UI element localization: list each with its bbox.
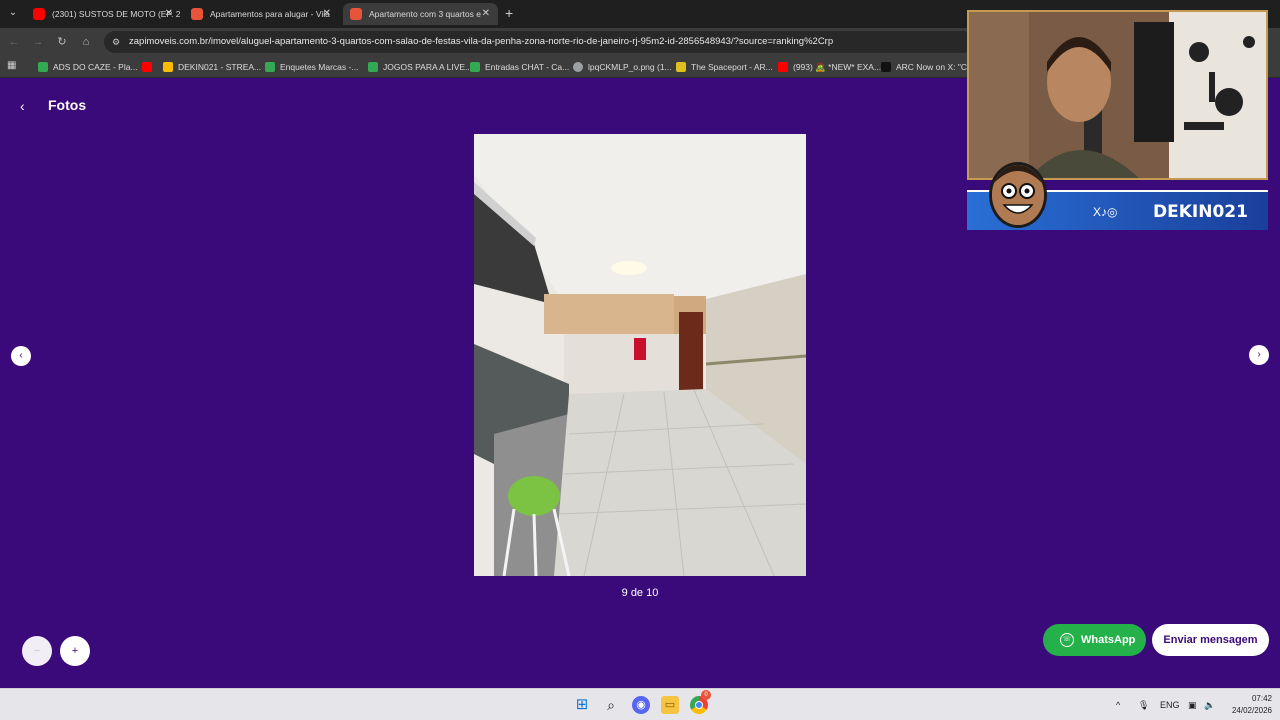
next-photo-button[interactable]: › xyxy=(1249,345,1269,365)
youtube-icon xyxy=(142,62,152,72)
zap-favicon-icon xyxy=(191,8,203,20)
discord-icon[interactable]: ◉ xyxy=(632,696,650,714)
bookmark-item[interactable]: DEKIN021 - STREA... xyxy=(163,60,261,74)
bookmark-item[interactable]: ARC Now on X: "Co... xyxy=(881,60,979,74)
avatar-face-icon xyxy=(992,165,1044,225)
spaceport-icon xyxy=(676,62,686,72)
apps-grid-icon[interactable]: ▦ xyxy=(7,60,19,72)
webcam-illustration xyxy=(969,12,1266,178)
back-chevron-icon[interactable]: ‹ xyxy=(20,98,25,114)
windows-start-icon[interactable]: ⊞ xyxy=(573,696,591,714)
chevron-right-icon: › xyxy=(1257,349,1261,360)
url-text: zapimoveis.com.br/imovel/aluguel-apartam… xyxy=(129,36,834,47)
tab-apartamento-3-quartos[interactable]: Apartamento com 3 quartos e ✕ xyxy=(343,3,498,25)
webcam-video xyxy=(967,10,1268,180)
drive-icon xyxy=(163,62,173,72)
system-clock[interactable]: 07:42 24/02/2026 xyxy=(1222,693,1272,717)
bookmark-item[interactable]: ADS DO CAZE - Pla... xyxy=(38,60,138,74)
network-icon[interactable]: ▣ xyxy=(1188,697,1197,713)
bookmark-label: The Spaceport - AR... xyxy=(691,62,773,72)
microphone-icon[interactable]: 🎙 xyxy=(1138,697,1149,713)
whatsapp-icon: ☏ xyxy=(1060,633,1074,647)
site-info-icon[interactable]: ⚙ xyxy=(112,36,124,48)
bookmark-item[interactable]: lpqCKMLP_o.png (1... xyxy=(573,60,672,74)
chrome-center xyxy=(695,701,703,709)
zoom-in-button[interactable]: + xyxy=(60,636,90,666)
bookmark-label: ADS DO CAZE - Pla... xyxy=(53,62,138,72)
previous-photo-button[interactable]: ‹ xyxy=(11,346,31,366)
send-message-button[interactable]: Enviar mensagem xyxy=(1152,624,1269,656)
clock-time: 07:42 xyxy=(1251,694,1272,703)
back-icon[interactable]: ← xyxy=(6,34,22,50)
sheets-icon xyxy=(38,62,48,72)
page-title: Fotos xyxy=(48,97,87,113)
notification-badge: 0 xyxy=(701,690,711,700)
tab-title: (2301) SUSTOS DE MOTO (EP. 2 xyxy=(52,9,181,19)
photo-counter: 9 de 10 xyxy=(621,587,659,599)
bookmark-label: lpqCKMLP_o.png (1... xyxy=(588,62,672,72)
language-indicator[interactable]: ENG xyxy=(1160,697,1180,713)
sheets-icon xyxy=(265,62,275,72)
kitchen-photo-illustration xyxy=(474,134,806,576)
x-icon xyxy=(881,62,891,72)
bookmark-item[interactable]: JOGOS PARA A LIVE... xyxy=(368,60,472,74)
bookmark-item[interactable]: The Spaceport - AR... xyxy=(676,60,773,74)
search-icon[interactable]: ⌕ xyxy=(602,696,620,714)
show-hidden-icons[interactable]: ^ xyxy=(1116,697,1120,713)
forward-icon[interactable]: → xyxy=(30,34,46,50)
zoom-out-icon: − xyxy=(33,645,41,657)
chevron-left-icon: ‹ xyxy=(19,350,23,361)
address-bar[interactable]: ⚙ zapimoveis.com.br/imovel/aluguel-apart… xyxy=(104,31,974,53)
file-explorer-icon[interactable]: ▭ xyxy=(661,696,679,714)
bookmark-label: Enquetes Marcas -... xyxy=(280,62,359,72)
whatsapp-button[interactable]: ☏ WhatsApp xyxy=(1043,624,1146,656)
social-icons: X♪◎ xyxy=(1093,205,1118,219)
zoom-out-button[interactable]: − xyxy=(22,636,52,666)
streamer-webcam-overlay: X♪◎ DEKIN021 xyxy=(967,10,1268,230)
close-tab-icon[interactable]: ✕ xyxy=(165,3,173,25)
bookmark-label: Entradas CHAT - Ca... xyxy=(485,62,570,72)
zoom-in-icon: + xyxy=(71,645,79,657)
cartoon-avatar xyxy=(989,162,1047,228)
tab-youtube[interactable]: (2301) SUSTOS DE MOTO (EP. 2 ✕ xyxy=(26,3,181,25)
bookmark-item[interactable]: Entradas CHAT - Ca... xyxy=(470,60,569,74)
windows-taskbar: ⊞ ⌕ ◉ ▭ 0 ^ 🎙 ENG ▣ 🔈 07:42 24/02/2026 xyxy=(0,688,1280,720)
youtube-favicon-icon xyxy=(33,8,45,20)
zap-favicon-icon xyxy=(350,8,362,20)
streamer-handle: DEKIN021 xyxy=(1153,202,1248,222)
youtube-icon xyxy=(778,62,788,72)
sheets-icon xyxy=(470,62,480,72)
bookmark-item[interactable] xyxy=(142,60,157,74)
bookmark-label: JOGOS PARA A LIVE... xyxy=(383,62,473,72)
globe-icon xyxy=(573,62,583,72)
tab-apartamentos-alugar[interactable]: Apartamentos para alugar - Vila ✕ xyxy=(184,3,339,25)
close-tab-icon[interactable]: ✕ xyxy=(323,3,331,25)
new-tab-button[interactable]: + xyxy=(505,4,513,22)
bookmark-label: DEKIN021 - STREA... xyxy=(178,62,262,72)
tab-title: Apartamentos para alugar - Vila xyxy=(210,9,330,19)
bookmark-item[interactable]: (993) 🧟 *NEW* EXA... xyxy=(778,60,881,74)
whatsapp-label: WhatsApp xyxy=(1081,634,1136,646)
home-icon[interactable]: ⌂ xyxy=(78,34,94,50)
close-tab-icon[interactable]: ✕ xyxy=(482,3,490,25)
bookmark-label: (993) 🧟 *NEW* EXA... xyxy=(793,62,882,72)
clock-date: 24/02/2026 xyxy=(1231,706,1272,715)
tab-title: Apartamento com 3 quartos e xyxy=(369,9,481,19)
volume-icon[interactable]: 🔈 xyxy=(1204,697,1215,713)
bookmark-item[interactable]: Enquetes Marcas -... xyxy=(265,60,358,74)
tab-search-icon[interactable]: ⌄ xyxy=(5,5,21,21)
sheets-icon xyxy=(368,62,378,72)
reload-icon[interactable]: ↻ xyxy=(54,34,70,50)
chrome-icon[interactable]: 0 xyxy=(690,690,711,714)
gallery-photo[interactable] xyxy=(474,134,806,576)
